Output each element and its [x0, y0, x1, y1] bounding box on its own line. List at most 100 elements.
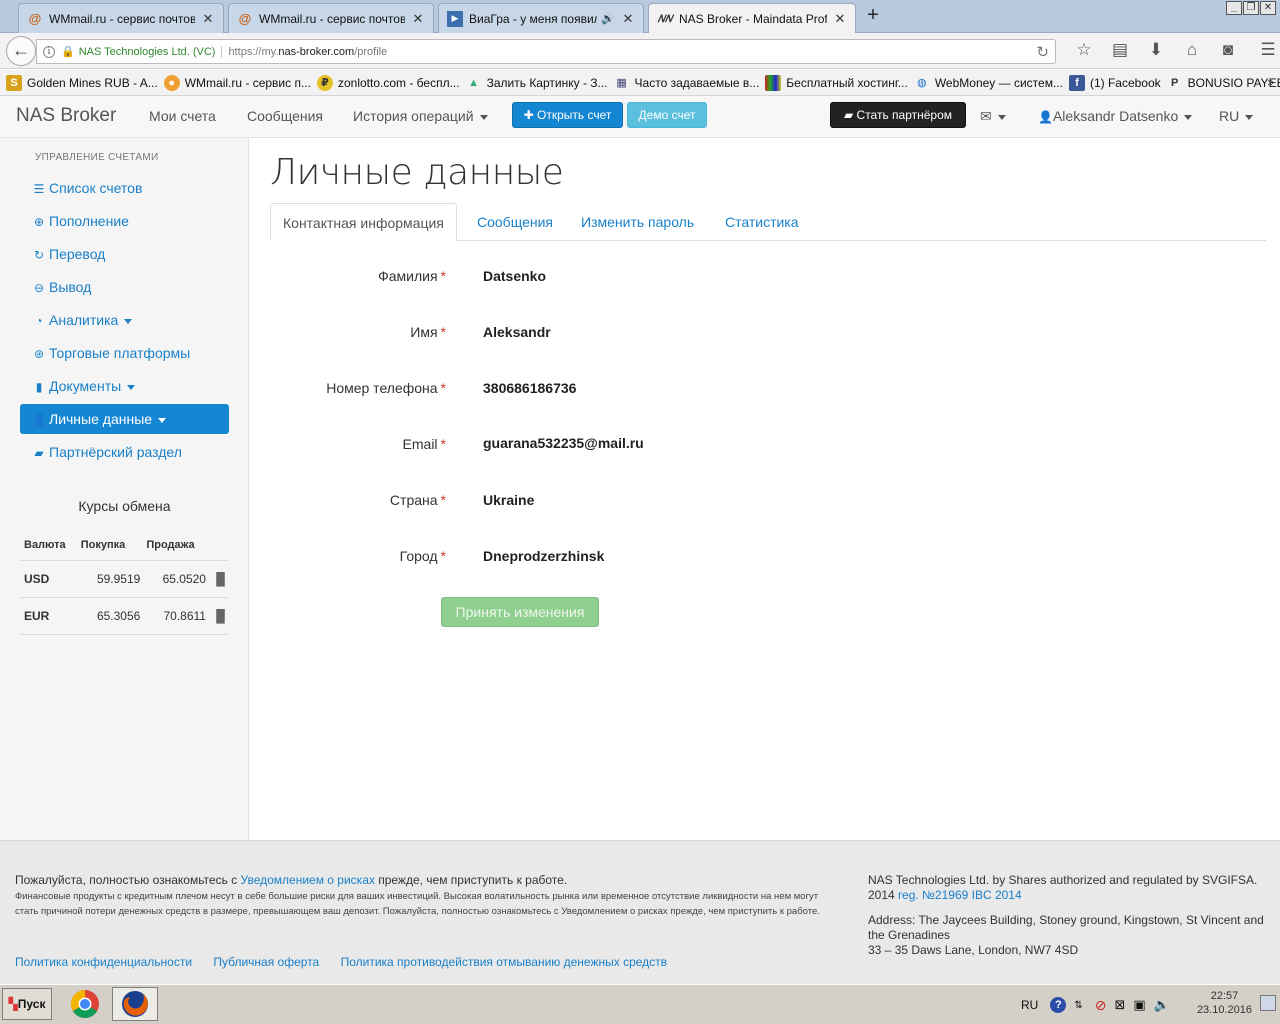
back-button[interactable]: ←: [6, 36, 36, 66]
nav-messages[interactable]: Сообщения: [247, 108, 323, 124]
registration-link[interactable]: reg. №21969 IBC 2014: [898, 888, 1022, 902]
taskbar-chrome[interactable]: [62, 987, 108, 1021]
reload-icon[interactable]: ↻: [1036, 43, 1049, 61]
coin-icon: S: [6, 74, 22, 91]
nav-user-dropdown[interactable]: 👤Aleksandr Datsenko: [1038, 108, 1193, 124]
sidebar-item-documents[interactable]: ▮ Документы: [20, 371, 229, 401]
faq-icon: ▦: [616, 77, 627, 89]
close-icon[interactable]: ✕: [833, 11, 847, 27]
show-desktop-icon[interactable]: [1260, 995, 1276, 1011]
clock-date: 23.10.2016: [1196, 1004, 1252, 1016]
globe-icon: ◍: [917, 77, 927, 89]
clock[interactable]: 22:57 23.10.2016: [1197, 989, 1252, 1017]
info-icon[interactable]: i: [43, 45, 55, 58]
field-value-country: Ukraine: [483, 492, 535, 508]
tab-title: WMmail.ru - сервис почтовы...: [259, 11, 405, 26]
column-header: Валюта: [20, 530, 81, 561]
nav-my-accounts[interactable]: Мои счета: [149, 108, 216, 124]
save-changes-button[interactable]: Принять изменения: [441, 597, 599, 627]
browser-toolbar-icons: ☆ ▤ ⬇ ⌂ ◙ ☰: [1066, 40, 1280, 60]
tab-contact-info[interactable]: Контактная информация: [270, 203, 457, 241]
network-icon[interactable]: ⊠: [1114, 997, 1125, 1013]
sidebar-item-transfer[interactable]: ↻ Перевод: [20, 239, 229, 269]
menu-icon[interactable]: ☰: [1250, 40, 1280, 60]
become-partner-button[interactable]: ▰ Стать партнёром: [830, 102, 966, 128]
sidebar-item-analytics[interactable]: ◔ Аналитика: [20, 305, 229, 335]
public-offer-link[interactable]: Публичная оферта: [213, 955, 319, 969]
sidebar-item-accounts-list[interactable]: ☰ Список счетов: [20, 173, 229, 203]
minimize-icon[interactable]: _: [1226, 1, 1242, 15]
risk-notice-link[interactable]: Уведомлением о рисках: [241, 873, 375, 887]
aml-policy-link[interactable]: Политика противодействия отмыванию денеж…: [341, 955, 667, 969]
tab-messages[interactable]: Сообщения: [465, 203, 565, 241]
image-icon: ▲: [468, 76, 480, 89]
bookmark-item[interactable]: ▲ Залить Картинку - З...: [466, 75, 607, 91]
buy-cell: 59.9519: [80, 560, 147, 598]
caret-down-icon: [1245, 114, 1254, 120]
payeer-icon: P: [1170, 76, 1179, 89]
sell-cell: 70.8611: [146, 597, 212, 635]
sidebar-item-partner[interactable]: ▰ Партнёрский раздел: [20, 437, 229, 467]
close-icon[interactable]: ✕: [621, 11, 635, 27]
bookmark-item[interactable]: ▦ Часто задаваемые в...: [614, 75, 759, 91]
bookmark-item[interactable]: S Golden Mines RUB - A...: [6, 74, 158, 91]
nav-history-dropdown[interactable]: История операций: [353, 108, 488, 124]
wmmail-icon: ●: [163, 74, 180, 91]
bookmark-item[interactable]: Бесплатный хостинг...: [765, 74, 908, 91]
tab-statistics[interactable]: Статистика: [713, 203, 811, 241]
tab-change-password[interactable]: Изменить пароль: [569, 203, 706, 241]
pocket-icon[interactable]: ◙: [1210, 40, 1246, 60]
open-account-button[interactable]: ✚ Открыть счет: [512, 102, 623, 128]
chart-icon[interactable]: ▐▌: [211, 560, 229, 598]
browser-tab-2[interactable]: @ WMmail.ru - сервис почтовы... ✕: [228, 3, 434, 33]
device-icon[interactable]: ▣: [1133, 997, 1145, 1013]
field-value-email: guarana532235@mail.ru: [483, 435, 644, 451]
bookmark-item[interactable]: ◍ WebMoney — систем...: [914, 75, 1063, 91]
demo-account-button[interactable]: Демо счет: [627, 102, 707, 128]
footer: Пожалуйста, полностью ознакомьтесь с Уве…: [0, 840, 1280, 984]
caret-down-icon: [158, 417, 167, 423]
help-icon[interactable]: ?: [1050, 997, 1067, 1013]
antivirus-icon[interactable]: ⊘: [1095, 997, 1107, 1014]
download-icon[interactable]: ⬇: [1138, 40, 1174, 60]
browser-navbar: ← i 🔒 NAS Technologies Ltd. (VC) https:/…: [0, 33, 1280, 69]
footer-links: Политика конфиденциальности Публичная оф…: [15, 955, 685, 969]
speaker-icon[interactable]: 🔊: [601, 12, 615, 25]
bookmark-item[interactable]: f (1) Facebook: [1068, 74, 1161, 91]
sidebar-item-platforms[interactable]: ⊛ Торговые платформы: [20, 338, 229, 368]
bookmarks-overflow-icon[interactable]: »: [1267, 75, 1274, 89]
play-icon: ▶: [447, 10, 463, 27]
nav-language-dropdown[interactable]: RU: [1219, 108, 1254, 124]
tray-arrows-icon[interactable]: ⇅: [1074, 1000, 1082, 1011]
field-label-email: Email *: [402, 436, 446, 452]
lock-icon: 🔒: [61, 46, 75, 58]
new-tab-button[interactable]: +: [862, 5, 884, 27]
close-window-icon[interactable]: ✕: [1260, 1, 1276, 15]
bookmark-item[interactable]: PBONUSIO PAYEER BO...: [1167, 75, 1280, 91]
bookmark-item[interactable]: ● WMmail.ru - сервис п...: [163, 74, 311, 91]
sidebar-item-deposit[interactable]: ⊕ Пополнение: [20, 206, 229, 236]
reading-list-icon[interactable]: ▤: [1102, 40, 1138, 60]
home-icon[interactable]: ⌂: [1174, 40, 1210, 60]
close-icon[interactable]: ✕: [201, 11, 215, 27]
privacy-policy-link[interactable]: Политика конфиденциальности: [15, 955, 192, 969]
browser-tab-1[interactable]: @ WMmail.ru - сервис почтовы... ✕: [18, 3, 224, 33]
bookmark-item[interactable]: ₽ zonlotto.com - беспл...: [316, 74, 460, 91]
nav-mail-dropdown[interactable]: ✉: [980, 108, 1006, 125]
url-bar[interactable]: i 🔒 NAS Technologies Ltd. (VC) https://m…: [36, 39, 1056, 64]
brand-logo[interactable]: NAS Broker: [16, 105, 116, 127]
chart-icon[interactable]: ▐▌: [211, 597, 229, 635]
taskbar-firefox[interactable]: [112, 987, 158, 1021]
browser-tab-3[interactable]: ▶ ВиаГра - у меня появилс... 🔊 ✕: [438, 3, 644, 33]
sidebar-item-personal-data[interactable]: 👤 Личные данные: [20, 404, 229, 434]
address-text: Address: The Jaycees Building, Stoney gr…: [868, 913, 1264, 942]
star-icon[interactable]: ☆: [1066, 40, 1102, 60]
start-button[interactable]: ▚Пуск: [2, 988, 52, 1020]
tab-title: WMmail.ru - сервис почтовы...: [49, 11, 195, 26]
browser-tab-4[interactable]: 𝑁𝑁 NAS Broker - Maindata Profile ✕: [648, 3, 856, 34]
close-icon[interactable]: ✕: [411, 11, 425, 27]
language-indicator[interactable]: RU: [1021, 998, 1038, 1012]
sidebar-item-withdraw[interactable]: ⊖ Вывод: [20, 272, 229, 302]
restore-icon[interactable]: ❐: [1243, 1, 1259, 15]
volume-icon[interactable]: 🔈: [1154, 997, 1170, 1013]
